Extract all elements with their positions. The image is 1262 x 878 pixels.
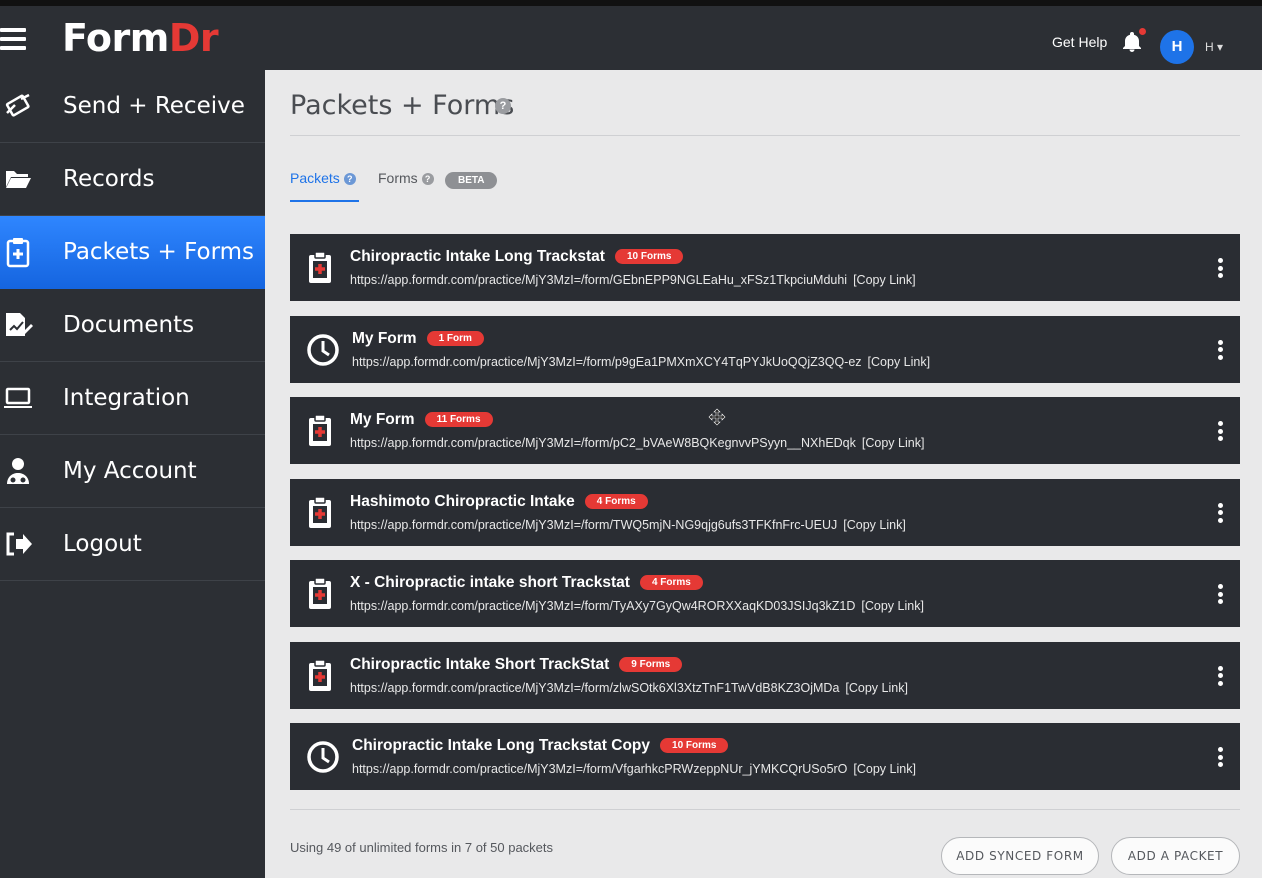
usage-text: Using 49 of unlimited forms in 7 of 50 p… <box>290 840 554 855</box>
packet-name: My Form 11 Forms <box>350 411 493 429</box>
sidebar-item-integration[interactable]: Integration <box>0 362 265 435</box>
packet-row[interactable]: Hashimoto Chiropractic Intake 4 Forms htt… <box>290 478 1240 546</box>
sidebar-item-packets-forms[interactable]: Packets + Forms <box>0 216 265 289</box>
sidebar: Send + Receive Records Packets + Forms D… <box>0 70 265 878</box>
packet-row[interactable]: Chiropractic Intake Long Trackstat 10 For… <box>290 234 1240 301</box>
packet-url: https://app.formdr.com/practice/MjY3MzI=… <box>352 354 931 369</box>
logout-icon <box>2 528 34 560</box>
kebab-menu-icon[interactable] <box>1214 339 1226 362</box>
packet-name: Chiropractic Intake Long Trackstat 10 For… <box>350 248 684 266</box>
clipboard-icon <box>306 250 340 286</box>
help-icon[interactable]: ? <box>421 173 434 186</box>
clock-icon <box>306 739 340 775</box>
sidebar-item-send-receive[interactable]: Send + Receive <box>0 70 265 143</box>
hamburger-menu-icon[interactable] <box>0 28 28 52</box>
tab-forms[interactable]: Forms ? <box>378 170 434 186</box>
copy-link[interactable]: [Copy Link] <box>853 273 916 287</box>
packet-url: https://app.formdr.com/practice/MjY3MzI=… <box>350 436 925 450</box>
avatar[interactable]: H <box>1160 30 1194 64</box>
copy-link[interactable]: [Copy Link] <box>868 355 931 369</box>
packet-name: Hashimoto Chiropractic Intake 4 Forms <box>350 493 648 511</box>
packet-url: https://app.formdr.com/practice/MjY3MzI=… <box>352 762 916 776</box>
sidebar-item-my-account[interactable]: My Account <box>0 435 265 508</box>
kebab-menu-icon[interactable] <box>1214 258 1226 280</box>
copy-link[interactable]: [Copy Link] <box>853 762 916 776</box>
form-count-badge: 4 Forms <box>639 575 703 590</box>
app-logo[interactable]: FormDr <box>62 16 219 60</box>
form-count-badge: 9 Forms <box>619 656 683 672</box>
clipboard-icon <box>306 413 340 449</box>
add-packet-button[interactable]: ADD A PACKET <box>1111 837 1240 875</box>
user-menu-dropdown[interactable]: H ▾ <box>1205 40 1223 54</box>
kebab-menu-icon[interactable] <box>1214 584 1226 606</box>
get-help-link[interactable]: Get Help <box>1052 34 1107 50</box>
copy-link[interactable]: [Copy Link] <box>862 436 925 450</box>
packet-row[interactable]: My Form 11 Forms https://app.formdr.com/p… <box>290 397 1240 464</box>
clipboard-icon <box>306 658 340 694</box>
folder-icon <box>2 163 34 195</box>
packet-name: Chiropractic Intake Long Trackstat Copy 1… <box>352 737 729 755</box>
sidebar-item-label: My Account <box>63 458 197 484</box>
user-icon <box>2 455 34 487</box>
move-cursor-icon <box>708 408 726 426</box>
clipboard-icon <box>306 576 340 612</box>
packet-list: Chiropractic Intake Long Trackstat 10 For… <box>290 234 1240 805</box>
form-count-badge: 10 Forms <box>614 249 684 264</box>
help-icon[interactable]: ? <box>495 98 511 114</box>
packet-row[interactable]: My Form 1 Form https://app.formdr.com/pra… <box>290 315 1240 383</box>
notification-dot <box>1139 28 1146 35</box>
tab-packets-label: Packets <box>290 170 340 186</box>
document-sign-icon <box>2 309 34 341</box>
form-count-badge: 10 Forms <box>660 738 729 753</box>
clipboard-icon <box>306 495 340 531</box>
packet-row[interactable]: Chiropractic Intake Long Trackstat Copy 1… <box>290 723 1240 790</box>
tab-forms-label: Forms <box>378 170 418 186</box>
kebab-menu-icon[interactable] <box>1214 421 1226 443</box>
title-divider <box>290 135 1240 136</box>
beta-badge: BETA <box>445 172 498 189</box>
footer-divider <box>290 809 1240 810</box>
copy-link[interactable]: [Copy Link] <box>861 599 924 613</box>
copy-link[interactable]: [Copy Link] <box>843 518 906 532</box>
packet-name: X - Chiropractic intake short Trackstat 4… <box>350 574 703 592</box>
sidebar-item-label: Documents <box>63 312 195 338</box>
page-title: Packets + Forms <box>290 90 515 121</box>
sidebar-item-label: Send + Receive <box>63 93 245 119</box>
form-count-badge: 11 Forms <box>424 412 493 427</box>
laptop-icon <box>2 382 34 414</box>
packet-url: https://app.formdr.com/practice/MjY3MzI=… <box>350 273 916 287</box>
tab-packets[interactable]: Packets ? <box>290 170 359 202</box>
top-bar: FormDr Get Help H H ▾ <box>0 0 1262 70</box>
packet-row[interactable]: X - Chiropractic intake short Trackstat 4… <box>290 560 1240 627</box>
packet-url: https://app.formdr.com/practice/MjY3MzI=… <box>350 517 906 532</box>
main-content: Packets + Forms ? Packets ? Forms ? BETA… <box>265 70 1262 878</box>
kebab-menu-icon[interactable] <box>1214 665 1226 688</box>
kebab-menu-icon[interactable] <box>1214 747 1226 769</box>
sidebar-item-documents[interactable]: Documents <box>0 289 265 362</box>
send-receive-icon <box>2 90 34 122</box>
packet-name: My Form 1 Form <box>352 330 484 348</box>
sidebar-item-records[interactable]: Records <box>0 143 265 216</box>
clock-icon <box>306 332 340 368</box>
sidebar-item-logout[interactable]: Logout <box>0 508 265 581</box>
packet-url: https://app.formdr.com/practice/MjY3MzI=… <box>350 599 924 613</box>
sidebar-item-label: Records <box>63 166 155 192</box>
sidebar-item-label: Logout <box>63 531 142 557</box>
packet-row[interactable]: Chiropractic Intake Short TrackStat 9 For… <box>290 641 1240 709</box>
sidebar-item-label: Integration <box>63 385 190 411</box>
clipboard-plus-icon <box>2 236 34 268</box>
copy-link[interactable]: [Copy Link] <box>845 681 908 695</box>
kebab-menu-icon[interactable] <box>1214 502 1226 525</box>
form-count-badge: 4 Forms <box>584 493 648 509</box>
form-count-badge: 1 Form <box>426 330 484 346</box>
help-icon[interactable]: ? <box>343 173 356 186</box>
sidebar-item-label: Packets + Forms <box>63 239 255 265</box>
packet-url: https://app.formdr.com/practice/MjY3MzI=… <box>350 680 908 695</box>
notification-bell-icon[interactable] <box>1120 28 1146 54</box>
packet-name: Chiropractic Intake Short TrackStat 9 For… <box>350 656 683 674</box>
add-synced-form-button[interactable]: ADD SYNCED FORM <box>941 837 1099 875</box>
